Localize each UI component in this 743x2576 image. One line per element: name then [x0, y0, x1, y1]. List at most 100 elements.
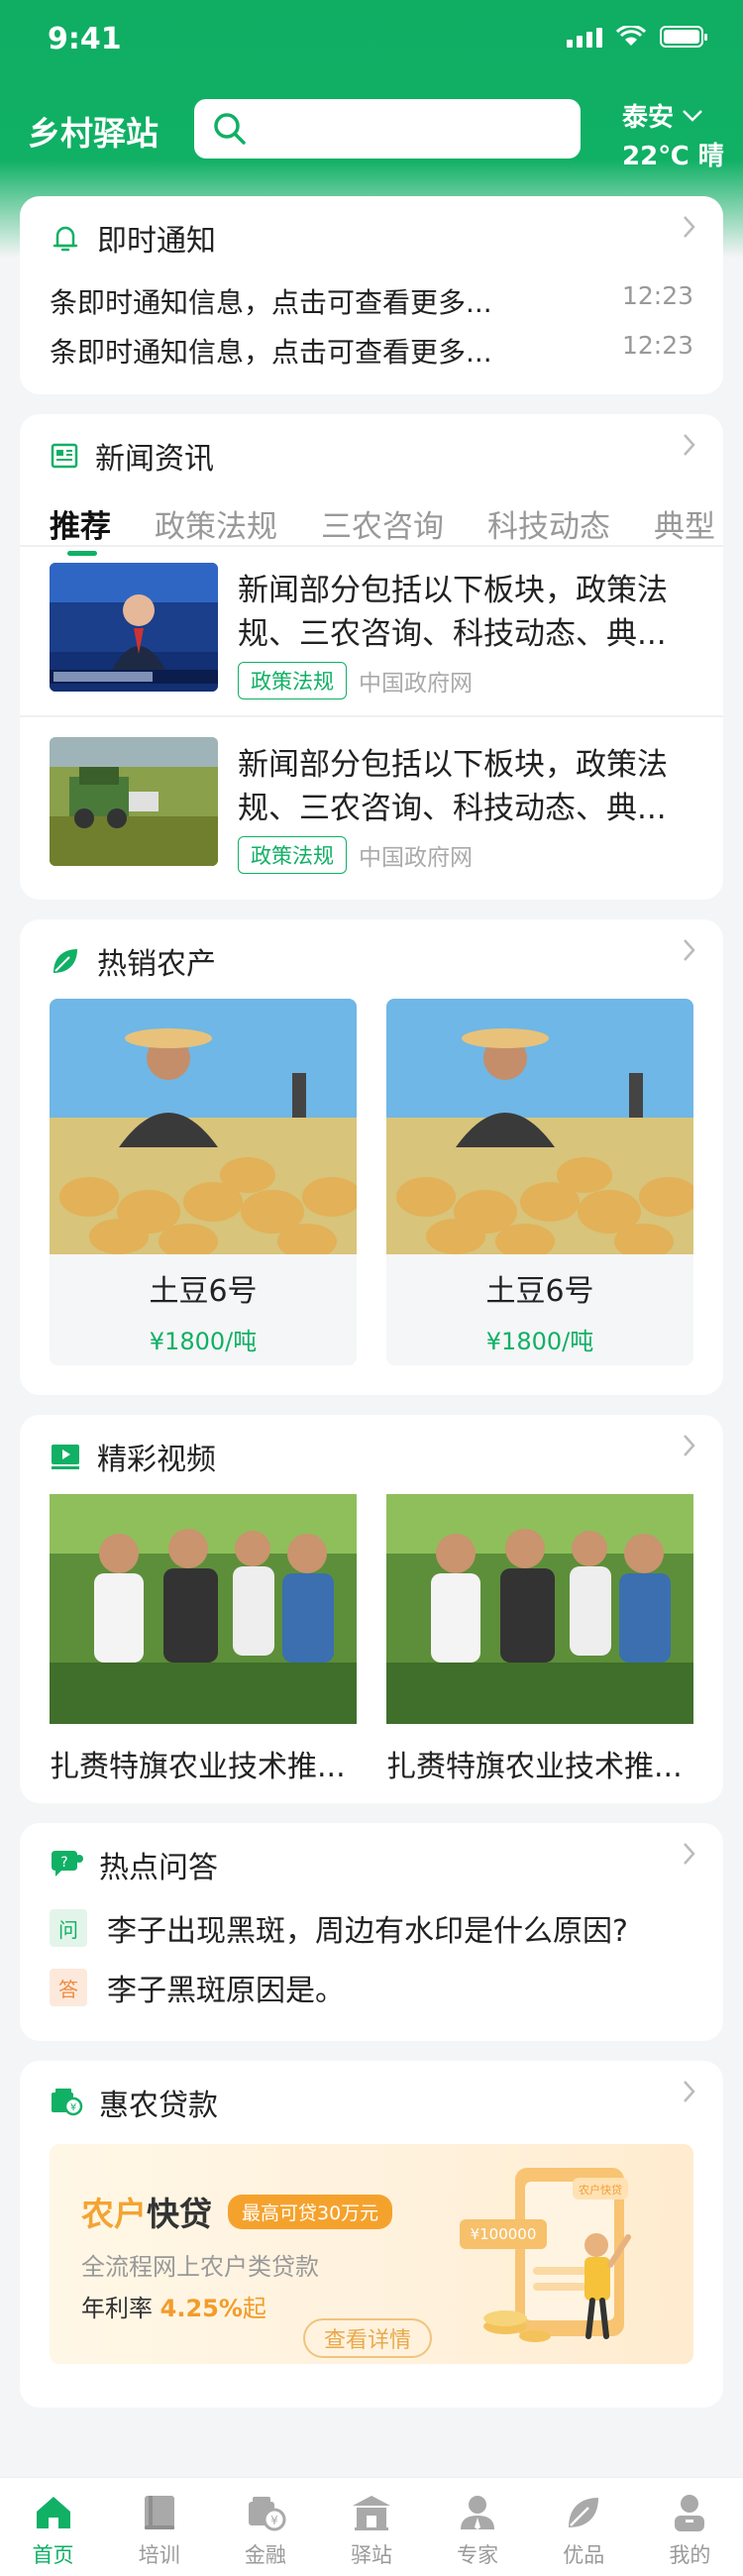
search-input[interactable] [194, 99, 581, 159]
news-text: 新闻部分包括以下板块，政策法规、三农咨询、科技动态、典... [238, 747, 668, 826]
question-text: 李子出现黑斑，周边有水印是什么原因? [107, 1914, 628, 1949]
news-meta: 政策法规 中国政府网 [238, 836, 473, 874]
loan-title-b: 快贷 [147, 2195, 212, 2233]
notice-item[interactable]: 条即时通知信息，点击可查看更多... 12:23 [50, 281, 693, 321]
news-meta: 政策法规 中国政府网 [238, 662, 473, 699]
search-icon [214, 113, 246, 145]
notice-item[interactable]: 条即时通知信息，点击可查看更多... 12:23 [50, 331, 693, 371]
chevron-right-icon[interactable] [680, 1839, 699, 1869]
notice-card[interactable]: 即时通知 条即时通知信息，点击可查看更多... 12:23 条即时通知信息，点击… [20, 196, 723, 394]
loan-subtitle: 全流程网上农户类贷款 [81, 2253, 319, 2281]
products-title: 热销农产 [97, 947, 216, 982]
product-image [386, 999, 693, 1259]
news-text: 新闻部分包括以下板块，政策法规、三农咨询、科技动态、典... [238, 573, 668, 652]
qa-answer[interactable]: 答 李子黑斑原因是。 [50, 1966, 693, 2009]
top-bar: 乡村驿站 泰安 22℃ 晴 [0, 97, 743, 171]
video-item[interactable]: 扎赉特旗农业技术推... [386, 1494, 693, 1785]
news-tag: 政策法规 [238, 662, 347, 699]
chevron-right-icon[interactable] [680, 935, 699, 965]
tab-expert[interactable]: 专家 [425, 2478, 531, 2576]
video-icon [52, 1445, 79, 1469]
news-card: 新闻资讯 推荐 政策法规 三农咨询 科技动态 典型 新闻部分包括以下板块，政策法… [20, 414, 723, 900]
loan-amount: ¥100000 [471, 2225, 537, 2243]
tab-label: 培训 [138, 2543, 180, 2567]
tab-finance[interactable]: ¥ 金融 [212, 2478, 318, 2576]
finance-icon: ¥ [248, 2497, 286, 2531]
tab-typical[interactable]: 典型 [654, 501, 715, 546]
chevron-right-icon[interactable] [680, 1431, 699, 1460]
notice-time: 12:23 [621, 331, 693, 360]
video-item[interactable]: 扎赉特旗农业技术推... [50, 1494, 357, 1785]
loan-header: ¥ 惠农贷款 [50, 2081, 218, 2124]
videos-header: 精彩视频 [50, 1435, 216, 1478]
news-tag: 政策法规 [238, 836, 347, 874]
news-item[interactable]: 新闻部分包括以下板块，政策法规、三农咨询、科技动态、典... 政策法规 中国政府… [50, 563, 693, 699]
product-price: ¥1800/吨 [485, 1328, 594, 1355]
chevron-right-icon[interactable] [680, 2077, 699, 2106]
status-time: 9:41 [48, 22, 122, 56]
loan-card: ¥ 惠农贷款 农户快贷 最高可贷30万元 全流程网上农户类贷款 年利率 4.25… [20, 2061, 723, 2408]
loan-banner[interactable]: 农户快贷 最高可贷30万元 全流程网上农户类贷款 年利率 4.25%起 查看详情… [50, 2144, 693, 2364]
chevron-right-icon[interactable] [680, 430, 699, 460]
product-image [50, 999, 357, 1259]
notice-title: 即时通知 [97, 224, 216, 259]
video-thumbnail [386, 1494, 693, 1724]
loan-phone-label: 农户快贷 [579, 2183, 622, 2197]
status-icons [567, 26, 707, 48]
svg-text:?: ? [60, 1855, 67, 1871]
tab-label: 优品 [563, 2543, 605, 2567]
tab-tech[interactable]: 科技动态 [487, 501, 610, 546]
tab-policy[interactable]: 政策法规 [155, 501, 277, 546]
city-name: 泰安 [622, 103, 675, 133]
loan-limit-badge: 最高可贷30万元 [228, 2194, 393, 2229]
video-thumbnail [50, 1494, 357, 1724]
tab-recommend[interactable]: 推荐 [50, 501, 111, 556]
tab-label: 首页 [32, 2543, 74, 2567]
tab-label: 金融 [244, 2543, 286, 2567]
tab-training[interactable]: 培训 [106, 2478, 212, 2576]
home-icon [36, 2497, 70, 2528]
weather-widget[interactable]: 泰安 22℃ 晴 [622, 97, 724, 172]
news-source: 中国政府网 [359, 671, 473, 697]
answer-text: 李子黑斑原因是。 [107, 1974, 345, 2008]
loan-rate: 年利率 4.25%起 [81, 2289, 266, 2323]
tab-label: 驿站 [350, 2543, 392, 2567]
notice-header: 即时通知 [50, 216, 216, 260]
chevron-right-icon[interactable] [680, 212, 699, 242]
product-name: 土豆6号 [149, 1274, 258, 1309]
product-item[interactable]: 土豆6号 ¥1800/吨 [386, 999, 693, 1365]
news-item[interactable]: 新闻部分包括以下板块，政策法规、三农咨询、科技动态、典... 政策法规 中国政府… [50, 737, 693, 874]
user-icon [675, 2495, 705, 2531]
videos-card: 精彩视频 扎赉特旗农业技术推... 扎赉特旗农业技术推... [20, 1415, 723, 1803]
svg-text:¥: ¥ [270, 2514, 278, 2527]
tab-home[interactable]: 首页 [0, 2478, 106, 2576]
qa-title: 热点问答 [99, 1851, 218, 1885]
videos-title: 精彩视频 [97, 1443, 216, 1477]
tab-agri-consult[interactable]: 三农咨询 [321, 501, 444, 546]
products-header: 热销农产 [50, 939, 216, 983]
news-thumbnail [50, 563, 218, 692]
products-card: 热销农产 土豆6号 ¥1800/吨 土豆6号 ¥1800/吨 [20, 919, 723, 1395]
question-badge: 问 [50, 1909, 87, 1947]
loan-rate-label: 年利率 [81, 2295, 153, 2322]
qa-question[interactable]: 问 李子出现黑斑，周边有水印是什么原因? [50, 1906, 693, 1950]
answer-badge: 答 [50, 1969, 87, 2006]
tab-label: 我的 [669, 2543, 711, 2567]
tab-mine[interactable]: 我的 [637, 2478, 743, 2576]
leaf-icon [569, 2498, 599, 2527]
wifi-icon [616, 26, 646, 46]
loan-title: 惠农贷款 [99, 2089, 218, 2123]
newspaper-icon [51, 443, 78, 469]
notice-text: 条即时通知信息，点击可查看更多... [50, 286, 492, 319]
loan-icon: ¥ [52, 2089, 83, 2116]
signal-icon [567, 28, 602, 48]
news-thumbnail [50, 737, 218, 866]
tab-premium[interactable]: 优品 [531, 2478, 637, 2576]
status-bar: 9:41 [0, 0, 743, 79]
loan-detail-button[interactable]: 查看详情 [303, 2318, 432, 2358]
city-selector[interactable]: 泰安 [622, 97, 724, 134]
product-item[interactable]: 土豆6号 ¥1800/吨 [50, 999, 357, 1365]
loan-rate-value: 4.25% [159, 2295, 243, 2322]
tab-station[interactable]: 驿站 [318, 2478, 424, 2576]
loan-rate-suffix: 起 [242, 2295, 266, 2322]
